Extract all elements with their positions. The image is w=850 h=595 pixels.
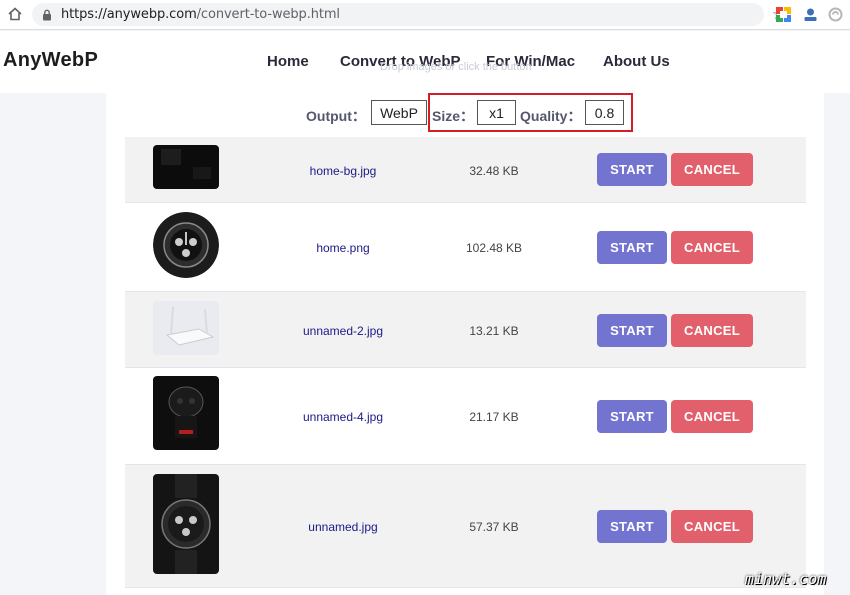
file-size: 21.17 KB bbox=[469, 410, 519, 424]
file-row: unnamed-2.jpg 13.21 KB START CANCEL bbox=[125, 292, 806, 368]
annotation-highlight-box bbox=[428, 93, 633, 132]
extension-circle-icon[interactable] bbox=[828, 7, 843, 22]
file-row: home.png 102.48 KB START CANCEL bbox=[125, 203, 806, 292]
lock-icon bbox=[42, 8, 54, 21]
file-size: 57.37 KB bbox=[469, 520, 519, 534]
output-label: Output： bbox=[306, 108, 366, 124]
extension-grid-icon[interactable] bbox=[776, 7, 791, 22]
file-row: unnamed-4.jpg 21.17 KB START CANCEL bbox=[125, 368, 806, 465]
file-row: home-bg.jpg 32.48 KB START CANCEL bbox=[125, 137, 806, 203]
file-thumbnail bbox=[153, 474, 219, 574]
browser-toolbar: https://anywebp.com/convert-to-webp.html… bbox=[0, 0, 850, 30]
start-button[interactable]: START bbox=[597, 231, 667, 264]
file-thumbnail bbox=[153, 376, 219, 450]
file-row: unnamed.jpg 57.37 KB START CANCEL bbox=[125, 465, 806, 588]
start-button[interactable]: START bbox=[597, 400, 667, 433]
file-name[interactable]: home-bg.jpg bbox=[293, 164, 393, 178]
site-logo[interactable]: AnyWebP bbox=[3, 49, 98, 72]
nav-about-us[interactable]: About Us bbox=[603, 53, 670, 70]
cancel-button[interactable]: CANCEL bbox=[671, 400, 753, 433]
file-thumbnail bbox=[153, 145, 219, 189]
site-header: AnyWebP Home Convert to WebP For Win/Mac… bbox=[0, 31, 850, 93]
nav-home[interactable]: Home bbox=[267, 53, 309, 70]
cancel-button[interactable]: CANCEL bbox=[671, 153, 753, 186]
url-text: https://anywebp.com/convert-to-webp.html bbox=[61, 7, 340, 22]
cancel-button[interactable]: CANCEL bbox=[671, 510, 753, 543]
extension-user-icon[interactable] bbox=[803, 7, 818, 22]
start-button[interactable]: START bbox=[597, 314, 667, 347]
file-size: 32.48 KB bbox=[469, 164, 519, 178]
start-button[interactable]: START bbox=[597, 153, 667, 186]
file-name[interactable]: unnamed.jpg bbox=[293, 520, 393, 534]
file-size: 102.48 KB bbox=[465, 241, 523, 255]
file-thumbnail bbox=[153, 301, 219, 355]
home-icon[interactable] bbox=[6, 5, 24, 23]
file-name[interactable]: unnamed-4.jpg bbox=[293, 410, 393, 424]
file-size: 13.21 KB bbox=[469, 324, 519, 338]
file-name[interactable]: unnamed-2.jpg bbox=[293, 324, 393, 338]
file-thumbnail bbox=[153, 212, 219, 278]
watermark: minwt.com bbox=[745, 570, 827, 588]
file-name[interactable]: home.png bbox=[293, 241, 393, 255]
start-button[interactable]: START bbox=[597, 510, 667, 543]
drop-hint: Drop images or click the button bbox=[380, 61, 532, 73]
address-bar[interactable]: https://anywebp.com/convert-to-webp.html… bbox=[32, 3, 785, 26]
cancel-button[interactable]: CANCEL bbox=[671, 231, 753, 264]
cancel-button[interactable]: CANCEL bbox=[671, 314, 753, 347]
output-format-select[interactable]: WebP bbox=[371, 100, 427, 125]
